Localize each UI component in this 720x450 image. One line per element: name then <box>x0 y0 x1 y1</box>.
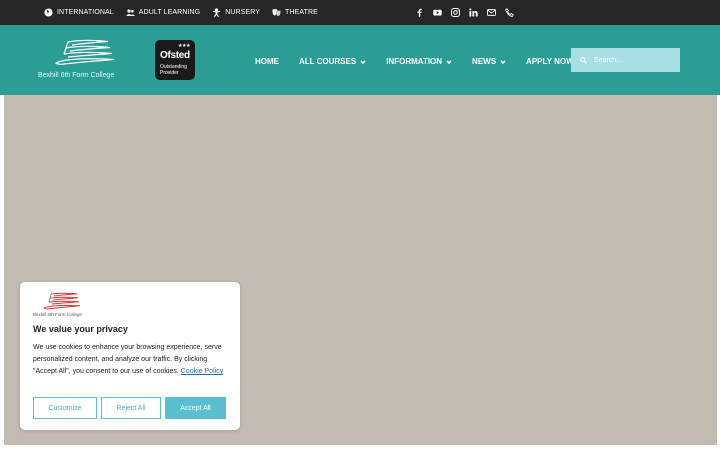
users-icon <box>125 9 135 16</box>
top-link-theatre[interactable]: THEATRE <box>272 8 318 17</box>
cookie-body: We use cookies to enhance your browsing … <box>33 342 228 378</box>
ofsted-stars: ★★★ <box>178 43 190 49</box>
college-logo-icon <box>54 39 115 65</box>
youtube-icon <box>432 9 442 16</box>
youtube-link[interactable] <box>432 8 442 18</box>
nav-item-home[interactable]: HOME <box>255 57 279 66</box>
cookie-consent-dialog: Bexhill 6th Form College We value your p… <box>20 282 240 430</box>
nav-label: APPLY NOW <box>526 56 574 66</box>
chevron-down-icon <box>360 58 366 65</box>
top-bar: INTERNATIONAL ADULT LEARNING NURSERY THE… <box>0 0 720 25</box>
ofsted-badge: ★★★ Ofsted Outstanding Provider <box>155 40 195 80</box>
college-logo-icon <box>43 292 81 310</box>
top-link-international[interactable]: INTERNATIONAL <box>44 8 114 17</box>
chevron-down-icon <box>500 58 506 65</box>
site-header: Bexhill 6th Form College ★★★ Ofsted Outs… <box>0 25 720 95</box>
top-link-nursery[interactable]: NURSERY <box>212 8 260 17</box>
accept-all-button[interactable]: Accept All <box>165 397 226 419</box>
theatre-masks-icon <box>272 9 281 17</box>
facebook-link[interactable] <box>414 8 424 18</box>
top-link-adult-learning[interactable]: ADULT LEARNING <box>125 8 201 17</box>
nav-label: ALL COURSES <box>299 56 357 66</box>
nav-label: NEWS <box>472 56 497 66</box>
nav-item-news[interactable]: NEWS <box>472 57 506 66</box>
instagram-link[interactable] <box>450 8 460 18</box>
nav-label: INFORMATION <box>386 56 443 66</box>
search-icon <box>580 56 587 64</box>
cookie-logo: Bexhill 6th Form College <box>33 292 87 318</box>
search-input[interactable] <box>594 56 674 64</box>
chevron-down-icon <box>446 58 452 65</box>
linkedin-link[interactable] <box>468 8 478 18</box>
ofsted-title: Ofsted <box>160 50 190 61</box>
baby-icon <box>213 8 221 17</box>
email-link[interactable] <box>486 8 496 18</box>
ofsted-line-2: Provider <box>160 70 179 76</box>
cookie-policy-link[interactable]: Cookie Policy <box>181 368 223 375</box>
reject-all-button[interactable]: Reject All <box>101 397 161 419</box>
phone-link[interactable] <box>504 8 514 18</box>
top-link-label: INTERNATIONAL <box>57 9 114 16</box>
globe-icon <box>44 8 53 17</box>
customize-button[interactable]: Customize <box>33 397 97 419</box>
facebook-icon <box>417 8 422 17</box>
nav-item-apply-now[interactable]: APPLY NOW <box>526 57 574 66</box>
top-link-label: ADULT LEARNING <box>138 9 201 16</box>
college-logo[interactable]: Bexhill 6th Form College <box>38 39 124 83</box>
top-link-label: NURSERY <box>225 9 261 16</box>
top-links: INTERNATIONAL ADULT LEARNING NURSERY THE… <box>44 0 330 25</box>
search-box <box>571 48 680 72</box>
cookie-title: We value your privacy <box>33 324 128 334</box>
nav-label: HOME <box>255 56 279 66</box>
linkedin-icon <box>468 8 478 17</box>
cookie-buttons: Customize Reject All Accept All <box>33 397 230 419</box>
nav-item-information[interactable]: INFORMATION <box>386 57 452 66</box>
nav-item-all-courses[interactable]: ALL COURSES <box>299 57 366 66</box>
email-icon <box>486 9 496 16</box>
top-link-label: THEATRE <box>285 9 318 16</box>
college-logo-text: Bexhill 6th Form College <box>38 72 115 79</box>
instagram-icon <box>450 8 460 17</box>
phone-icon <box>504 8 514 17</box>
social-links <box>414 0 522 25</box>
ofsted-subtitle: Outstanding Provider <box>160 64 187 76</box>
cookie-logo-text: Bexhill 6th Form College <box>33 312 83 317</box>
main-nav: HOME ALL COURSES INFORMATION NEWS APPLY … <box>255 51 594 71</box>
